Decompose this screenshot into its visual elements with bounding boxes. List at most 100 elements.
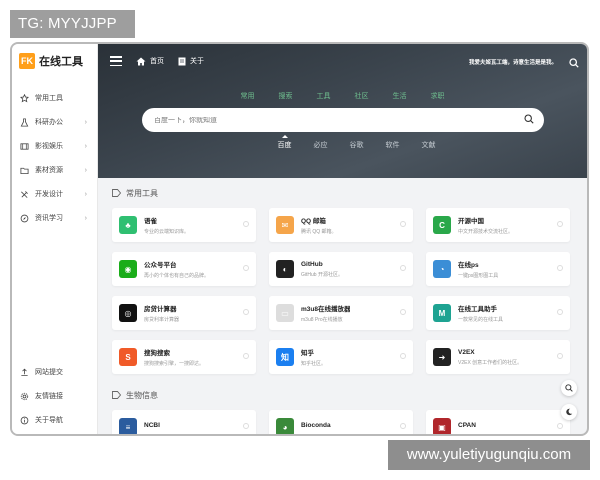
tag-icon: [112, 391, 121, 399]
tool-card-desc: 知乎社区。: [301, 361, 327, 367]
logo-text: 在线工具: [39, 56, 83, 68]
tool-card[interactable]: ♣ 语雀 专业的云端知识库。: [112, 208, 256, 242]
tool-logo-icon: 知: [276, 348, 294, 366]
tool-card-title: 房贷计算器: [144, 306, 177, 313]
sidebar-item-resources[interactable]: 素材资源 ›: [12, 158, 97, 182]
sidebar-item-common-tools[interactable]: 常用工具: [12, 86, 97, 110]
card-more-icon[interactable]: [243, 423, 249, 429]
tool-card-text: 在线ps 一键ps图形图工具: [458, 259, 498, 279]
sidebar-nav: 常用工具 科研办公 › 影视娱乐 › 素材资源 › 开发设计 › 资讯学习 ›: [12, 86, 97, 230]
search-engine-tabs: 百度 必应 谷歌 软件 文献: [98, 135, 587, 150]
tool-card[interactable]: ✉ QQ 邮箱 腾讯 QQ 邮箱。: [269, 208, 413, 242]
sidebar-item-label: 科研办公: [35, 119, 63, 126]
card-more-icon[interactable]: [243, 221, 249, 227]
tool-card[interactable]: ◕ Bioconda: [269, 410, 413, 434]
tool-card[interactable]: ◐ GitHub GitHub 开源社区。: [269, 252, 413, 286]
sidebar-item-news[interactable]: 资讯学习 ›: [12, 206, 97, 230]
sidebar-item-entertainment[interactable]: 影视娱乐 ›: [12, 134, 97, 158]
tool-logo-icon: ≡: [119, 418, 137, 434]
tool-card[interactable]: ≡ NCBI: [112, 410, 256, 434]
tool-logo-icon: ♣: [119, 216, 137, 234]
sidebar-item-friend-links[interactable]: 友情链接: [12, 384, 97, 408]
engine-google[interactable]: 谷歌: [350, 140, 364, 150]
engine-baidu[interactable]: 百度: [278, 135, 292, 150]
tool-card[interactable]: M 在线工具助手 一款常见的在线工具: [426, 296, 570, 330]
tool-logo-icon: ◔: [433, 260, 451, 278]
search-category-tabs: 常用 搜索 工具 社区 生活 求职: [98, 91, 587, 101]
card-more-icon[interactable]: [243, 265, 249, 271]
tool-card-title: QQ 邮箱: [301, 218, 326, 225]
card-more-icon[interactable]: [400, 265, 406, 271]
theme-toggle-button[interactable]: [561, 404, 577, 420]
tab-common[interactable]: 常用: [241, 91, 255, 101]
tool-card[interactable]: C 开源中国 中文开源技术交流社区。: [426, 208, 570, 242]
engine-software[interactable]: 软件: [386, 140, 400, 150]
tool-card-title: GitHub: [301, 260, 323, 268]
sidebar-item-label: 友情链接: [35, 393, 63, 400]
tool-card-desc: 房贷利率计算器: [144, 317, 180, 323]
tool-logo-icon: ➜: [433, 348, 451, 366]
search-icon[interactable]: [569, 55, 579, 73]
card-more-icon[interactable]: [557, 265, 563, 271]
card-more-icon[interactable]: [243, 309, 249, 315]
tool-card-text: 语雀 专业的云端知识库。: [144, 215, 189, 235]
section-title-label: 生物信息: [126, 390, 158, 400]
tool-card-text: QQ 邮箱腾讯 QQ 邮箱。: [301, 215, 337, 235]
chevron-right-icon: ›: [84, 214, 87, 222]
card-more-icon[interactable]: [557, 221, 563, 227]
tool-card-title: 知乎: [301, 350, 314, 357]
tab-search[interactable]: 搜索: [279, 91, 293, 101]
card-more-icon[interactable]: [557, 309, 563, 315]
tool-logo-icon: ◕: [276, 418, 294, 434]
tab-tools[interactable]: 工具: [317, 91, 331, 101]
engine-papers[interactable]: 文献: [422, 140, 436, 150]
tool-card-desc: 搜狗搜索引擎，一搜即达。: [144, 361, 205, 367]
tool-card-text: NCBI: [144, 422, 160, 432]
sidebar-item-about-nav[interactable]: 关于导航: [12, 408, 97, 432]
card-more-icon[interactable]: [243, 353, 249, 359]
float-search-button[interactable]: [561, 380, 577, 396]
logo[interactable]: FK 在线工具: [12, 44, 97, 78]
tool-card[interactable]: ▣ CPAN: [426, 410, 570, 434]
search-submit-icon[interactable]: [524, 111, 534, 129]
tab-jobs[interactable]: 求职: [431, 91, 445, 101]
card-more-icon[interactable]: [400, 353, 406, 359]
tool-card[interactable]: ▭ m3u8在线播放器 m3u8 Pro在线播放: [269, 296, 413, 330]
tool-card[interactable]: ◉ 公众号平台 再小的个体也有自己的品牌。: [112, 252, 256, 286]
engine-bing[interactable]: 必应: [314, 140, 328, 150]
card-more-icon[interactable]: [400, 423, 406, 429]
home-link[interactable]: 首页: [136, 56, 164, 66]
sidebar-item-label: 关于导航: [35, 417, 63, 424]
sidebar-item-label: 网站提交: [35, 369, 63, 376]
tool-card[interactable]: ◎ 房贷计算器 房贷利率计算器: [112, 296, 256, 330]
tool-card-desc: 腾讯 QQ 邮箱。: [301, 229, 337, 235]
tool-logo-icon: S: [119, 348, 137, 366]
sidebar-item-submit-site[interactable]: 网站提交: [12, 360, 97, 384]
tool-card[interactable]: 知知乎知乎社区。: [269, 340, 413, 374]
card-more-icon[interactable]: [557, 423, 563, 429]
sidebar-item-dev-design[interactable]: 开发设计 ›: [12, 182, 97, 206]
home-icon: [136, 57, 146, 65]
search-bar: [142, 108, 544, 132]
tool-card-text: m3u8在线播放器 m3u8 Pro在线播放: [301, 303, 350, 323]
tool-card-desc: GitHub 开源社区。: [301, 271, 343, 278]
search-input[interactable]: [154, 116, 524, 124]
tool-logo-icon: ◐: [276, 260, 294, 278]
hero-banner: 首页 关于 我爱夫姬瓦工端，诗意生活是是我。 常用 搜索 工具 社区 生活 求职: [98, 44, 587, 178]
about-link[interactable]: 关于: [178, 56, 204, 66]
tool-card-text: 搜狗搜索 搜狗搜索引擎，一搜即达。: [144, 347, 204, 367]
tool-card[interactable]: ◔ 在线ps 一键ps图形图工具: [426, 252, 570, 286]
tool-card-title: 语雀: [144, 218, 157, 225]
tool-card[interactable]: ➜ V2EX V2EX 创意工作者们的社区。: [426, 340, 570, 374]
browser-frame: FK 在线工具 常用工具 科研办公 › 影视娱乐 › 素材资源 › 开发设计 ›…: [10, 42, 589, 436]
chevron-right-icon: ›: [84, 166, 87, 174]
tab-community[interactable]: 社区: [355, 91, 369, 101]
card-more-icon[interactable]: [557, 353, 563, 359]
card-more-icon[interactable]: [400, 309, 406, 315]
tool-logo-icon: M: [433, 304, 451, 322]
card-more-icon[interactable]: [400, 221, 406, 227]
tool-card[interactable]: S 搜狗搜索 搜狗搜索引擎，一搜即达。: [112, 340, 256, 374]
menu-toggle-icon[interactable]: [110, 56, 122, 66]
tab-life[interactable]: 生活: [393, 91, 407, 101]
sidebar-item-research[interactable]: 科研办公 ›: [12, 110, 97, 134]
